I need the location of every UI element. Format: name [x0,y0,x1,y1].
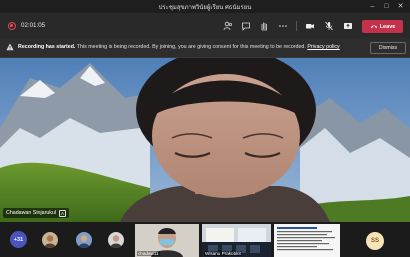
privacy-policy-link[interactable]: Privacy policy [307,44,339,50]
thumb-label: Wisanu Prakobkit [204,251,242,256]
participant-screen-thumb[interactable] [274,224,340,257]
main-video [0,58,410,222]
participant-initials-avatar[interactable]: SS [366,232,384,250]
thumb-label: chadaw11 [137,251,160,256]
banner-bold-text: Recording has started. [18,44,76,50]
phone-icon [370,25,377,29]
maximize-icon[interactable]: □ [380,1,393,12]
banner-message: Recording has started. This meeting is b… [18,44,340,50]
recording-indicator-icon [8,22,16,30]
info-icon [6,43,14,51]
recording-banner: Recording has started. This meeting is b… [0,38,410,58]
minimize-icon[interactable]: – [366,1,379,12]
participant-avatar[interactable] [76,232,92,248]
speaker-name-tag: Chadawan Sinjarukul A [3,208,70,218]
participants-icon[interactable] [222,20,234,32]
close-window-icon[interactable]: ✕ [394,1,407,12]
participant-avatar[interactable] [42,232,58,248]
window-titlebar: ประชุมสุขภาพวินัยผู้เรียน ศธนัมรยน – □ ✕ [0,0,410,13]
share-icon[interactable] [342,20,354,32]
raise-hand-icon[interactable] [258,20,270,32]
more-icon[interactable] [277,20,289,32]
dismiss-button[interactable]: Dismiss [370,42,406,54]
banner-text: This meeting is being recorded. By joini… [75,44,308,50]
more-participants-badge[interactable]: +31 [10,231,27,248]
participant-video-thumb[interactable]: Wisanu Prakobkit [202,224,271,257]
mic-off-icon[interactable] [323,20,335,32]
participant-video-thumb[interactable]: chadaw11 [135,224,199,257]
participant-avatar[interactable] [108,232,124,248]
meeting-toolbar: 02:01:05 Leave [0,13,410,38]
leave-button[interactable]: Leave [362,20,403,33]
chat-icon[interactable] [240,20,252,32]
window-title: ประชุมสุขภาพวินัยผู้เรียน ศธนัมรยน [158,5,252,11]
meeting-timer: 02:01:05 [21,22,46,29]
camera-icon[interactable] [304,20,316,32]
speaker-badge-icon: A [59,209,67,217]
leave-label: Leave [379,23,396,30]
speaker-name: Chadawan Sinjarukul [6,210,57,216]
toolbar-divider [296,21,297,31]
speaker-video-feed [0,58,410,222]
